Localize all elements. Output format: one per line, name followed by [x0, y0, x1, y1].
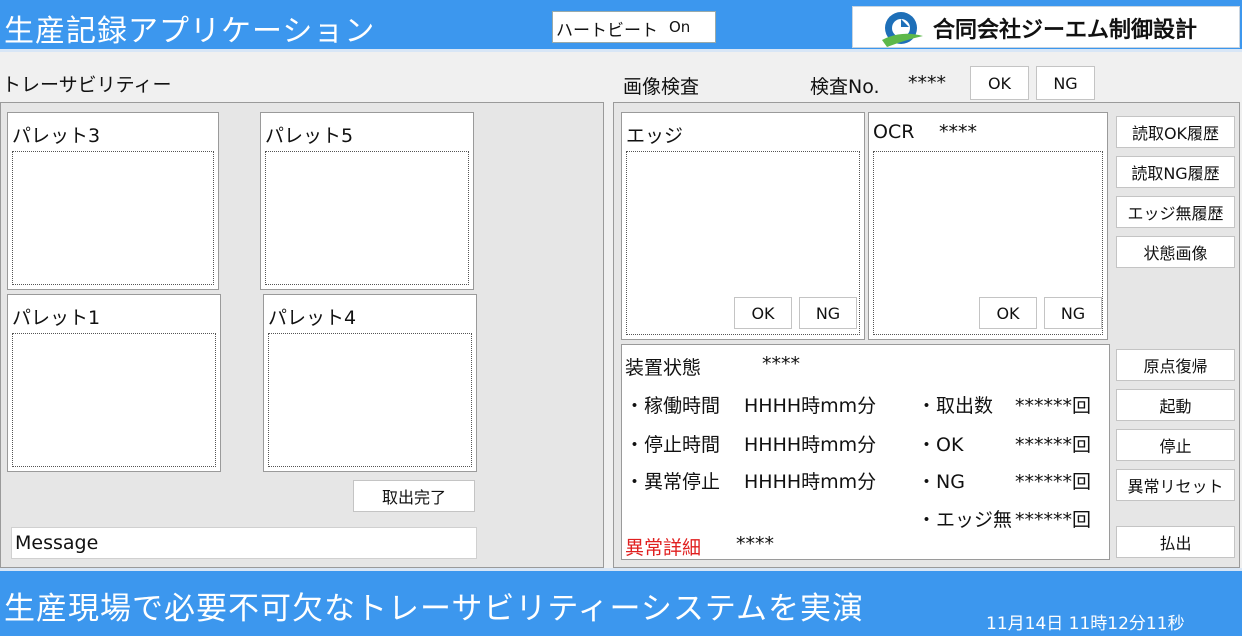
status-image-button[interactable]: 状態画像: [1116, 236, 1235, 268]
read-ng-history-button[interactable]: 読取NG履歴: [1116, 156, 1235, 188]
ocr-ng-button[interactable]: NG: [1044, 297, 1102, 329]
pallet-5-display: [265, 151, 469, 285]
traceability-label: トレーサビリティー: [2, 74, 172, 96]
inspection-ng-button[interactable]: NG: [1036, 66, 1095, 100]
origin-return-button[interactable]: 原点復帰: [1116, 349, 1235, 381]
message-field: Message: [11, 527, 477, 559]
heartbeat-label: ハートビート: [556, 21, 658, 41]
pallet-5-box: パレット5: [260, 112, 474, 290]
pallet-1-display: [12, 333, 216, 467]
start-button[interactable]: 起動: [1116, 389, 1235, 421]
inspection-ok-button[interactable]: OK: [970, 66, 1029, 100]
heartbeat-value: On: [669, 18, 691, 36]
edge-ng-button[interactable]: NG: [799, 297, 857, 329]
device-status-value: ****: [762, 353, 800, 375]
stop-time-value: HHHH時mm分: [744, 434, 877, 456]
error-reset-button[interactable]: 異常リセット: [1116, 469, 1235, 501]
ocr-title: OCR: [873, 121, 915, 143]
edge-ok-button[interactable]: OK: [734, 297, 792, 329]
footer-bar: 生産現場で必要不可欠なトレーサビリティーシステムを実演 11月14日 11時12…: [0, 568, 1242, 636]
inspection-no-label: 検査No.: [810, 76, 880, 98]
device-status-box: 装置状態 **** ・稼働時間 HHHH時mm分 ・停止時間 HHHH時mm分 …: [621, 344, 1110, 560]
traceability-panel: パレット3 パレット5 パレット1 パレット4 取出完了 Message: [0, 102, 604, 568]
stop-button[interactable]: 停止: [1116, 429, 1235, 461]
ok-count-value: ******回: [1015, 434, 1092, 456]
device-status-title: 装置状態: [625, 357, 702, 379]
company-name: 合同会社ジーエム制御設計: [933, 18, 1198, 43]
error-stop-label: ・異常停止: [625, 471, 721, 493]
take-out-count-label: ・取出数: [917, 395, 994, 417]
edge-box: エッジ OK NG: [621, 112, 865, 340]
ok-count-label: ・OK: [917, 434, 964, 456]
ng-count-value: ******回: [1015, 471, 1092, 493]
pallet-1-box: パレット1: [7, 294, 221, 472]
pallet-3-title: パレット3: [12, 125, 101, 147]
pallet-4-title: パレット4: [268, 307, 357, 329]
read-ok-history-button[interactable]: 読取OK履歴: [1116, 116, 1235, 148]
pallet-4-display: [268, 333, 472, 467]
app-window: 生産記録アプリケーション ハートビート On 合同会社ジーエム制御設計 トレーサ…: [0, 0, 1242, 636]
footer-slogan: 生産現場で必要不可欠なトレーサビリティーシステムを実演: [4, 591, 864, 627]
inspection-no-value: ****: [908, 72, 946, 94]
pallet-3-display: [12, 151, 214, 285]
pallet-4-box: パレット4: [263, 294, 477, 472]
company-logo-icon: [882, 12, 923, 47]
inspection-label: 画像検査: [623, 76, 700, 98]
error-detail-label: 異常詳細: [625, 537, 702, 559]
heartbeat-indicator: ハートビート On: [552, 11, 716, 43]
operating-time-value: HHHH時mm分: [744, 395, 877, 417]
error-detail-value: ****: [736, 533, 774, 555]
error-stop-value: HHHH時mm分: [744, 471, 877, 493]
stop-time-label: ・停止時間: [625, 434, 721, 456]
header-bar: 生産記録アプリケーション ハートビート On 合同会社ジーエム制御設計: [0, 0, 1242, 52]
take-out-done-button[interactable]: 取出完了: [353, 480, 475, 512]
edge-title: エッジ: [626, 125, 684, 147]
ocr-box: OCR **** OK NG: [868, 112, 1108, 340]
no-edge-count-value: ******回: [1015, 509, 1092, 531]
inspection-panel: エッジ OK NG OCR **** OK NG 装置状態 **** ・稼働時間…: [613, 102, 1240, 568]
discharge-button[interactable]: 払出: [1116, 526, 1235, 558]
ocr-value: ****: [939, 121, 977, 143]
operating-time-label: ・稼働時間: [625, 395, 721, 417]
ocr-ok-button[interactable]: OK: [979, 297, 1037, 329]
app-title: 生産記録アプリケーション: [4, 14, 376, 49]
datetime-display: 11月14日 11時12分11秒: [986, 614, 1185, 634]
pallet-3-box: パレット3: [7, 112, 219, 290]
company-logo-area: 合同会社ジーエム制御設計: [852, 6, 1240, 48]
no-edge-history-button[interactable]: エッジ無履歴: [1116, 196, 1235, 228]
ng-count-label: ・NG: [917, 471, 965, 493]
pallet-5-title: パレット5: [265, 125, 354, 147]
take-out-count-value: ******回: [1015, 395, 1092, 417]
no-edge-count-label: ・エッジ無: [917, 509, 1013, 531]
pallet-1-title: パレット1: [12, 307, 101, 329]
